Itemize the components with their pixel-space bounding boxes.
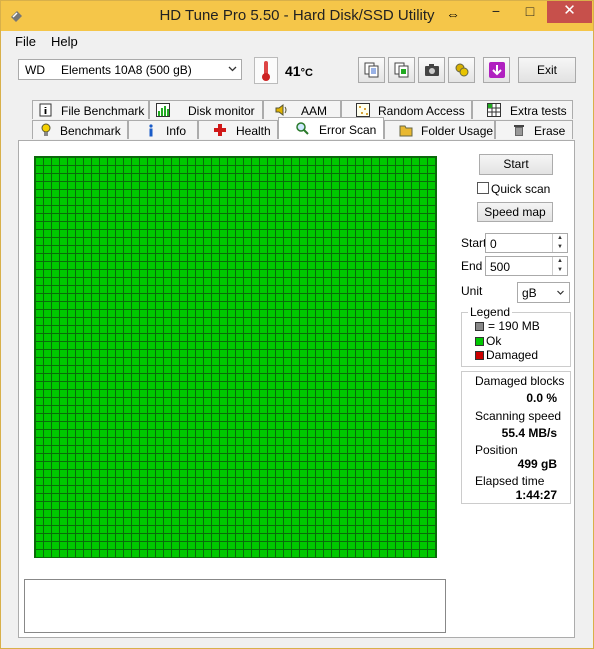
tab-error-scan[interactable]: Error Scan xyxy=(278,117,384,139)
camera-icon xyxy=(425,64,439,76)
scan-log-box[interactable] xyxy=(24,579,446,633)
tab-label: Random Access xyxy=(378,104,465,118)
screenshot-button[interactable] xyxy=(418,57,445,83)
speed-map-button[interactable]: Speed map xyxy=(477,202,553,222)
close-button[interactable]: ✕ xyxy=(547,1,592,23)
scanning-speed-value: 55.4 MB/s xyxy=(501,426,557,440)
temperature-readout: 41°C xyxy=(285,63,313,79)
tab-label: Extra tests xyxy=(510,104,567,118)
start-label: Start xyxy=(461,236,487,250)
toolbar: WD Elements 10A8 (500 gB) 41°C Exit xyxy=(1,51,593,93)
title-bar[interactable]: HD Tune Pro 5.50 - Hard Disk/SSD Utility… xyxy=(1,1,593,31)
menu-file[interactable]: File xyxy=(15,34,36,49)
position-label: Position xyxy=(475,443,518,457)
tab-extra-tests[interactable]: Extra tests xyxy=(472,100,573,119)
chevron-down-icon xyxy=(228,66,237,72)
unit-select[interactable]: gB xyxy=(517,282,570,303)
error-scan-block-grid xyxy=(34,156,437,558)
unit-label: Unit xyxy=(461,284,483,298)
pin-icon[interactable]: ⇔ xyxy=(446,6,460,22)
drive-model: Elements 10A8 (500 gB) xyxy=(61,63,192,77)
elapsed-time-value: 1:44:27 xyxy=(515,488,557,502)
copy-screenshot-icon xyxy=(394,62,409,78)
trash-icon xyxy=(514,125,524,136)
exit-button[interactable]: Exit xyxy=(518,57,576,83)
legend-title: Legend xyxy=(468,305,513,319)
unit-value: gB xyxy=(522,286,537,300)
health-cross-icon xyxy=(214,124,226,136)
legend-size-label: = 190 MB xyxy=(488,319,540,333)
options-icon xyxy=(455,63,469,77)
spin-up-icon[interactable]: ▲ xyxy=(552,257,567,266)
download-icon xyxy=(489,62,505,78)
options-button[interactable] xyxy=(448,57,475,83)
end-value: 500 xyxy=(490,260,511,274)
tab-label: AAM xyxy=(301,104,328,118)
speaker-icon xyxy=(275,104,287,116)
legend-swatch-ok xyxy=(475,337,484,346)
tab-label: Folder Usage xyxy=(421,124,494,138)
menu-bar: File Help xyxy=(1,31,593,51)
legend-swatch-damaged xyxy=(475,351,484,360)
copy-info-button[interactable] xyxy=(358,57,385,83)
tab-file-benchmark[interactable]: File Benchmark xyxy=(32,100,149,119)
bulb-icon xyxy=(41,123,51,136)
spin-up-icon[interactable]: ▲ xyxy=(552,234,567,243)
grid-icon xyxy=(487,103,501,117)
tab-label: Erase xyxy=(534,124,566,138)
temperature-value: 41 xyxy=(285,63,301,79)
legend-ok-label: Ok xyxy=(486,334,502,348)
tab-erase[interactable]: Erase xyxy=(495,120,573,139)
dots-icon xyxy=(356,103,370,117)
end-spinbox[interactable]: 500 ▲ ▼ xyxy=(485,256,568,276)
tab-label: File Benchmark xyxy=(61,104,145,118)
chart-icon xyxy=(156,103,170,117)
start-spinbox[interactable]: 0 ▲ ▼ xyxy=(485,233,568,253)
copy-screenshot-button[interactable] xyxy=(388,57,415,83)
end-label: End xyxy=(461,259,483,273)
temperature-unit: °C xyxy=(300,67,313,79)
start-value: 0 xyxy=(490,237,497,251)
legend-swatch-size xyxy=(475,322,484,331)
minimize-button[interactable]: − xyxy=(479,1,513,23)
position-value: 499 gB xyxy=(517,457,557,471)
scanning-speed-label: Scanning speed xyxy=(475,409,562,423)
info-page-icon xyxy=(39,103,52,117)
spin-down-icon[interactable]: ▼ xyxy=(552,266,567,275)
tab-health[interactable]: Health xyxy=(198,120,278,139)
drive-vendor: WD xyxy=(25,63,45,77)
elapsed-time-label: Elapsed time xyxy=(475,474,545,488)
folder-icon xyxy=(399,125,413,137)
chevron-down-icon xyxy=(557,290,564,295)
tab-label: Disk monitor xyxy=(188,104,255,118)
app-window: HD Tune Pro 5.50 - Hard Disk/SSD Utility… xyxy=(0,0,594,649)
menu-help[interactable]: Help xyxy=(51,34,78,49)
maximize-button[interactable]: □ xyxy=(513,1,547,23)
thermometer-icon xyxy=(254,57,278,84)
magnifier-icon xyxy=(296,122,309,135)
legend-damaged-label: Damaged xyxy=(486,348,539,362)
copy-info-icon xyxy=(364,62,379,78)
spin-down-icon[interactable]: ▼ xyxy=(552,243,567,252)
quick-scan-label[interactable]: Quick scan xyxy=(491,182,550,196)
tab-info[interactable]: Info xyxy=(128,120,198,139)
tab-benchmark[interactable]: Benchmark xyxy=(32,120,128,139)
tab-folder-usage[interactable]: Folder Usage xyxy=(384,120,495,139)
tab-disk-monitor[interactable]: Disk monitor xyxy=(149,100,263,119)
tab-label: Health xyxy=(236,124,271,138)
tab-label: Benchmark xyxy=(60,124,121,138)
damaged-blocks-label: Damaged blocks xyxy=(475,374,565,388)
tab-label: Error Scan xyxy=(319,123,377,137)
save-button[interactable] xyxy=(483,57,510,83)
start-scan-button[interactable]: Start xyxy=(479,154,553,175)
tab-label: Info xyxy=(166,124,187,138)
quick-scan-checkbox[interactable] xyxy=(477,182,489,194)
info-icon xyxy=(149,124,153,137)
damaged-blocks-value: 0.0 % xyxy=(526,391,557,405)
drive-select[interactable]: WD Elements 10A8 (500 gB) xyxy=(18,59,242,80)
